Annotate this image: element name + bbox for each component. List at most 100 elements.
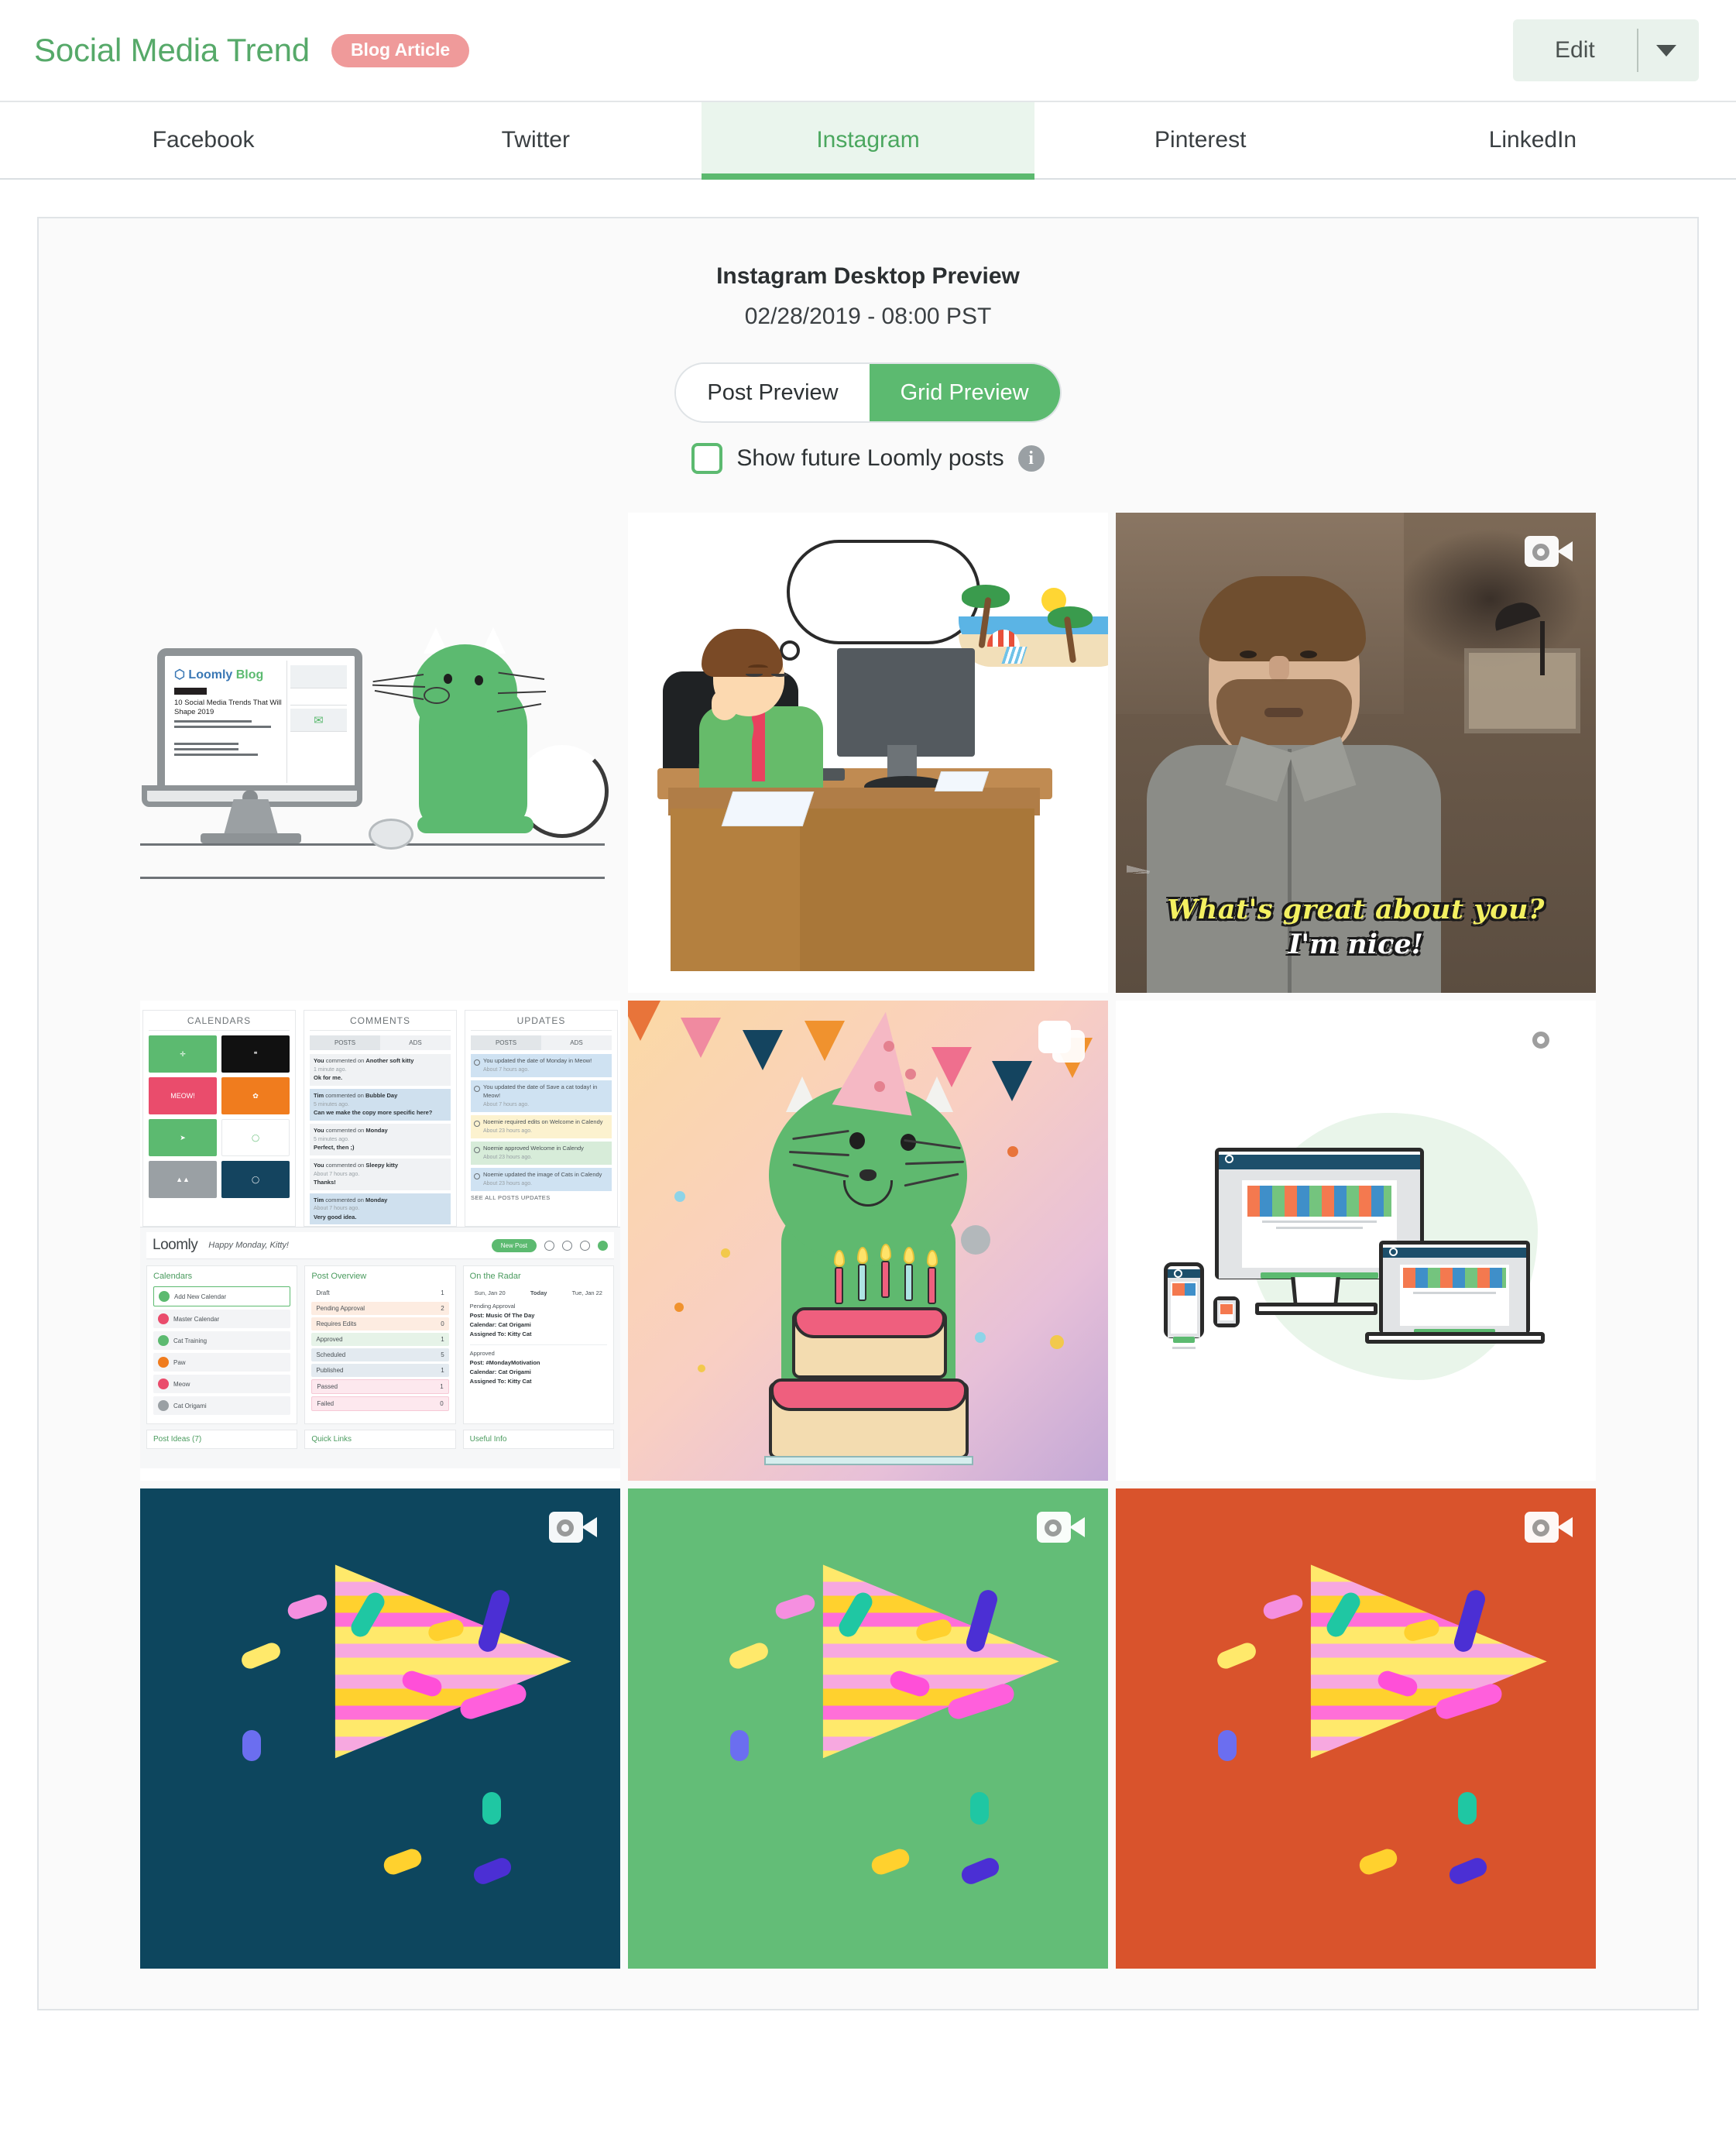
monitor-base <box>201 833 301 843</box>
person-hand <box>712 689 738 720</box>
dashboard-tab-posts[interactable]: POSTS <box>310 1035 380 1050</box>
video-icon <box>1037 1510 1085 1544</box>
dashboard-tab-ads[interactable]: ADS <box>541 1035 612 1050</box>
video-icon <box>549 1510 597 1544</box>
calendar-item: Cat Training <box>153 1331 291 1350</box>
tab-instagram[interactable]: Instagram <box>702 102 1034 180</box>
comment-item: You commented on Sleepy kitty About 7 hou… <box>310 1158 451 1190</box>
add-calendar-button[interactable]: Add New Calendar <box>153 1286 291 1306</box>
preview-datetime: 02/28/2019 - 08:00 PST <box>744 304 992 329</box>
video-icon <box>1525 534 1573 568</box>
person-hair <box>702 629 783 677</box>
overview-row: Requires Edits 0 <box>311 1317 449 1330</box>
dashboard-calendars-column: CALENDARS ✛ ❝ MEOW! ✿ ➤ ◯ ▲▲ ◯ <box>142 1010 296 1227</box>
grid-cell-cat-watching-blog-monitor[interactable]: ⬡ Loomly Blog 10 Social Media Trends Tha… <box>140 513 620 993</box>
update-item: You updated the date of Monday in Meow! A… <box>471 1054 612 1078</box>
meme-caption-line-1: What's great about you? <box>1167 894 1545 925</box>
dashboard-calendars-card: Calendars Add New Calendar Master Calend… <box>146 1265 298 1424</box>
dashboard-tab-posts[interactable]: POSTS <box>471 1035 541 1050</box>
overview-row: Passed 1 <box>311 1379 449 1394</box>
calendar-item: Meow <box>153 1375 291 1393</box>
blog-headline: 10 Social Media Trends That Will Shape 2… <box>174 699 282 716</box>
edit-button[interactable]: Edit <box>1513 19 1637 81</box>
update-item: Noemie required edits on Welcome in Cale… <box>471 1114 612 1138</box>
grid-cell-birthday-cat-with-cake[interactable] <box>628 1001 1108 1481</box>
radar-entry: Pending Approval Post: Music Of The Day … <box>469 1303 535 1337</box>
comment-item: You commented on Monday 5 minutes ago. Per… <box>310 1123 451 1155</box>
desk-line <box>140 843 605 846</box>
chevron-down-icon <box>1655 44 1676 57</box>
tab-facebook[interactable]: Facebook <box>37 102 369 178</box>
show-future-posts-checkbox[interactable] <box>691 443 723 474</box>
grid-preview-option[interactable]: Grid Preview <box>869 364 1060 421</box>
video-icon <box>1525 1510 1573 1544</box>
dashboard-tab-ads[interactable]: ADS <box>380 1035 451 1050</box>
grid-cell-loomly-device-mockups[interactable] <box>1116 1001 1596 1481</box>
preview-title: Instagram Desktop Preview <box>716 263 1020 289</box>
new-post-button[interactable]: New Post <box>491 1238 537 1252</box>
calendar-item: Master Calendar <box>153 1310 291 1328</box>
column-title: UPDATES <box>471 1015 612 1031</box>
laptop-mockup <box>1379 1241 1530 1335</box>
grid-cell-party-popper-green[interactable] <box>628 1488 1108 1969</box>
dashboard-greeting: Happy Monday, Kitty! <box>208 1241 289 1250</box>
title-group: Social Media Trend Blog Article <box>34 32 470 69</box>
avatar[interactable] <box>598 1240 608 1251</box>
cake-stand <box>764 1456 973 1465</box>
tab-pinterest[interactable]: Pinterest <box>1034 102 1367 178</box>
blog-logo: ⬡ Loomly Blog <box>174 668 264 682</box>
update-item: Noemie approved Welcome in Calendy About … <box>471 1141 612 1165</box>
comment-item: Tim commented on Bubble Day 5 minutes ago… <box>310 1088 451 1121</box>
show-future-posts-label: Show future Loomly posts <box>736 445 1004 471</box>
see-all-updates-link[interactable]: SEE ALL POSTS UPDATES <box>471 1194 612 1201</box>
calendar-item: Paw <box>153 1353 291 1372</box>
loomly-logo: Loomly <box>153 1237 198 1253</box>
phone-mockup <box>1164 1262 1204 1349</box>
edit-button-group[interactable]: Edit <box>1513 19 1699 81</box>
useful-info-card[interactable]: Useful Info <box>462 1430 614 1449</box>
party-hat <box>832 1006 926 1116</box>
radar-entry: Approved Post: #MondayMotivation Calenda… <box>469 1344 607 1386</box>
smartwatch-mockup <box>1213 1296 1240 1327</box>
grid-cell-meme-whats-great-about-you[interactable]: What's great about you? I'm nice! <box>1116 513 1596 993</box>
monitor-illustration: ⬡ Loomly Blog 10 Social Media Trends Tha… <box>157 648 362 795</box>
channel-tabs: Facebook Twitter Instagram Pinterest Lin… <box>0 102 1736 180</box>
tab-twitter[interactable]: Twitter <box>369 102 702 178</box>
bell-icon[interactable] <box>580 1240 590 1251</box>
info-icon[interactable]: i <box>1017 445 1045 472</box>
column-title: CALENDARS <box>149 1015 290 1031</box>
cat-snout <box>424 687 450 704</box>
grid-cell-loomly-dashboard-screenshot[interactable]: CALENDARS ✛ ❝ MEOW! ✿ ➤ ◯ ▲▲ ◯ COMMENTS <box>140 1001 620 1481</box>
search-icon[interactable] <box>544 1240 554 1251</box>
preview-mode-toggle: Post Preview Grid Preview <box>674 362 1062 423</box>
column-title: COMMENTS <box>310 1015 451 1031</box>
grid-cell-office-worker-daydream-beach[interactable] <box>628 513 1108 993</box>
computer-screen <box>837 648 975 757</box>
preview-mode-toggle-wrap: Post Preview Grid Preview <box>39 362 1697 423</box>
overview-row: Failed 0 <box>311 1396 449 1411</box>
radar-date-nav[interactable]: Sun, Jan 20 Today Tue, Jan 22 <box>470 1286 607 1300</box>
post-preview-option[interactable]: Post Preview <box>676 364 870 421</box>
cat-legs <box>417 816 533 833</box>
card-title: Calendars <box>153 1272 193 1281</box>
desk-line <box>140 877 605 879</box>
show-future-posts-row: Show future Loomly posts i <box>39 443 1697 474</box>
edit-dropdown-toggle[interactable] <box>1638 19 1694 81</box>
card-title: On the Radar <box>469 1272 521 1281</box>
overview-row: Pending Approval 2 <box>311 1302 449 1315</box>
tab-linkedin[interactable]: LinkedIn <box>1367 102 1699 178</box>
overview-row: Approved 1 <box>311 1333 449 1346</box>
status-badge: Blog Article <box>331 33 470 67</box>
meme-caption: What's great about you? I'm nice! <box>1116 894 1596 960</box>
help-icon[interactable] <box>562 1240 572 1251</box>
dashboard-post-overview-card: Post Overview Draft 1 Pending Approval 2 R… <box>304 1265 456 1424</box>
post-ideas-card[interactable]: Post Ideas (7) <box>146 1430 298 1449</box>
calendar-item: Cat Origami <box>153 1396 291 1415</box>
dashboard-topbar: Loomly Happy Monday, Kitty! New Post <box>146 1232 614 1259</box>
app-header: Social Media Trend Blog Article Edit <box>0 0 1736 102</box>
quick-links-card[interactable]: Quick Links <box>304 1430 456 1449</box>
preview-card: Instagram Desktop Preview 02/28/2019 - 0… <box>37 217 1699 2010</box>
grid-cell-party-popper-orange[interactable] <box>1116 1488 1596 1969</box>
grid-cell-party-popper-navy[interactable] <box>140 1488 620 1969</box>
comment-item: Tim commented on Monday About 7 hours ago… <box>310 1193 451 1225</box>
